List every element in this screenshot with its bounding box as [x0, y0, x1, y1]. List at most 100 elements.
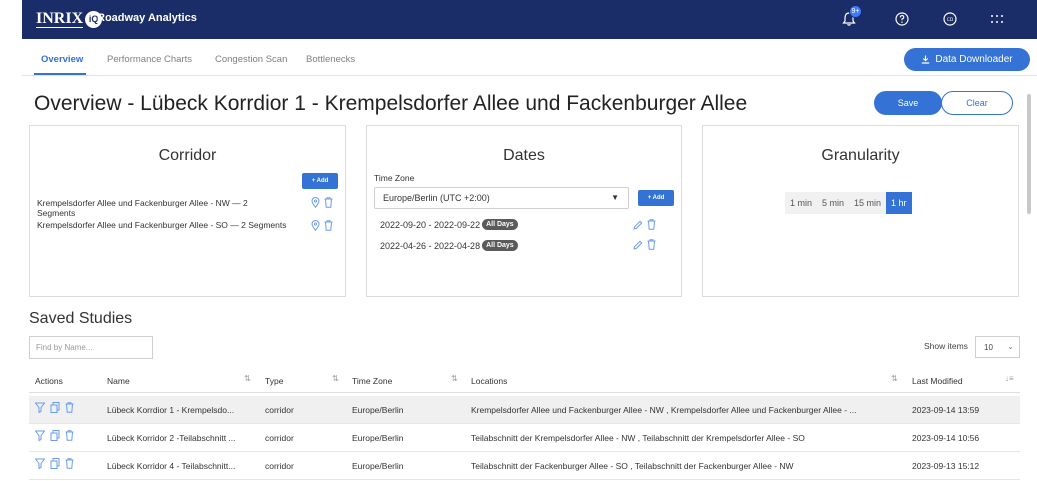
caret-down-icon: ▼	[611, 193, 619, 202]
save-button[interactable]: Save	[874, 91, 942, 115]
find-by-name-input[interactable]: Find by Name...	[29, 336, 153, 359]
cell-time-zone: Europe/Berlin	[352, 461, 404, 471]
column-header-actions: Actions	[35, 376, 63, 386]
cell-time-zone: Europe/Berlin	[352, 433, 404, 443]
cell-locations: Teilabschnitt der Krempelsdorfer Allee -…	[471, 433, 805, 443]
edit-pencil-icon[interactable]	[633, 220, 643, 230]
cell-name[interactable]: Lübeck Korridor 4 - Teilabschnitt...	[107, 461, 235, 471]
trash-icon[interactable]	[324, 197, 333, 208]
sort-icon[interactable]: ⇅	[244, 374, 251, 383]
copy-icon[interactable]	[50, 458, 60, 469]
corridor-item-actions	[311, 220, 333, 231]
notification-bell-icon[interactable]: 9+	[838, 5, 862, 30]
trash-icon[interactable]	[647, 219, 656, 230]
show-items-select[interactable]: 10 ⌄	[975, 336, 1020, 358]
download-icon	[922, 55, 930, 64]
left-margin	[0, 0, 22, 481]
column-header-type[interactable]: Type	[265, 376, 283, 386]
add-date-range-button[interactable]: + Add	[638, 190, 674, 206]
copy-icon[interactable]	[50, 430, 60, 441]
page-scrollbar[interactable]	[1027, 94, 1031, 214]
notification-count-badge: 9+	[849, 5, 862, 18]
map-pin-icon[interactable]	[311, 220, 320, 231]
tab-performance-charts[interactable]: Performance Charts	[107, 54, 192, 65]
timezone-select[interactable]: Europe/Berlin (UTC +2:00) ▼	[374, 187, 629, 209]
dates-panel: Dates Time Zone Europe/Berlin (UTC +2:00…	[366, 125, 682, 297]
chevron-down-icon: ⌄	[1007, 342, 1014, 351]
dates-title: Dates	[503, 147, 545, 164]
date-range-row: 2022-04-26 - 2022-04-28 All Days	[380, 240, 518, 251]
column-header-time-zone[interactable]: Time Zone	[352, 376, 392, 386]
app-title: Roadway Analytics	[97, 12, 197, 24]
cell-name[interactable]: Lübeck Korridor 2 -Teilabschnitt ...	[107, 433, 236, 443]
corridor-panel: Corridor + Add Krempelsdorfer Allee und …	[29, 125, 346, 297]
tab-bar: Overview Performance Charts Congestion S…	[22, 44, 1037, 76]
all-days-badge: All Days	[482, 240, 518, 251]
column-header-locations[interactable]: Locations	[471, 376, 507, 386]
timezone-value: Europe/Berlin (UTC +2:00)	[383, 193, 490, 203]
svg-text:CD: CD	[947, 17, 954, 23]
table-header-divider	[29, 392, 1020, 393]
help-icon[interactable]	[891, 8, 913, 30]
row-actions	[35, 430, 74, 441]
sort-icon[interactable]: ⇅	[451, 374, 458, 383]
top-header-bar: INRIX iQ Roadway Analytics 9+ CD	[22, 0, 1037, 39]
trash-icon[interactable]	[324, 220, 333, 231]
trash-icon[interactable]	[65, 430, 74, 441]
all-days-badge: All Days	[482, 219, 518, 230]
row-actions	[35, 402, 74, 413]
account-icon[interactable]: CD	[939, 8, 961, 30]
granularity-option-1hr[interactable]: 1 hr	[886, 192, 912, 214]
row-actions	[35, 458, 74, 469]
tab-congestion-scan[interactable]: Congestion Scan	[215, 54, 287, 65]
filter-icon[interactable]	[35, 402, 45, 413]
apps-grid-icon[interactable]	[986, 8, 1008, 30]
corridor-item-actions	[311, 197, 333, 208]
sort-descending-icon[interactable]: ↓≡	[1005, 374, 1014, 383]
corridor-item-name: Krempelsdorfer Allee und Fackenburger Al…	[37, 220, 287, 230]
cell-last-modified: 2023-09-13 15:12	[912, 461, 980, 471]
column-header-last-modified[interactable]: Last Modified	[912, 376, 963, 386]
cell-type: corridor	[265, 433, 294, 443]
logo-text: INRIX	[36, 9, 84, 28]
show-items-value: 10	[984, 342, 993, 352]
corridor-item: Krempelsdorfer Allee und Fackenburger Al…	[37, 198, 248, 218]
granularity-option-1min[interactable]: 1 min	[785, 192, 818, 214]
date-range: 2022-09-20 - 2022-09-22	[380, 219, 481, 230]
date-range-actions	[633, 219, 656, 230]
table-row[interactable]: Lübeck Korrdior 1 - Krempelsdo... corrid…	[29, 396, 1020, 424]
cell-type: corridor	[265, 461, 294, 471]
trash-icon[interactable]	[65, 458, 74, 469]
active-tab-indicator	[34, 73, 86, 75]
cell-locations: Teilabschnitt der Fackenburger Allee - S…	[471, 461, 794, 471]
cell-last-modified: 2023-09-14 13:59	[912, 405, 980, 415]
corridor-item-name: Krempelsdorfer Allee und Fackenburger Al…	[37, 198, 248, 208]
page-title: Overview - Lübeck Korrdior 1 - Krempelsd…	[34, 92, 748, 115]
cell-time-zone: Europe/Berlin	[352, 405, 404, 415]
add-corridor-button[interactable]: + Add	[302, 173, 338, 189]
granularity-option-15min[interactable]: 15 min	[849, 192, 887, 214]
column-header-name[interactable]: Name	[107, 376, 130, 386]
date-range-row: 2022-09-20 - 2022-09-22 All Days	[380, 219, 518, 230]
table-row[interactable]: Lübeck Korridor 2 -Teilabschnitt ... cor…	[29, 424, 1020, 452]
clear-button[interactable]: Clear	[941, 91, 1013, 115]
trash-icon[interactable]	[647, 239, 656, 250]
data-downloader-button[interactable]: Data Downloader	[904, 48, 1030, 71]
date-range: 2022-04-26 - 2022-04-28	[380, 240, 481, 251]
sort-icon[interactable]: ⇅	[891, 374, 898, 383]
edit-pencil-icon[interactable]	[633, 240, 643, 250]
trash-icon[interactable]	[65, 402, 74, 413]
filter-icon[interactable]	[35, 458, 45, 469]
tab-bottlenecks[interactable]: Bottlenecks	[306, 54, 355, 65]
saved-studies-title: Saved Studies	[29, 310, 133, 327]
copy-icon[interactable]	[50, 402, 60, 413]
granularity-option-5min[interactable]: 5 min	[817, 192, 850, 214]
sort-icon[interactable]: ⇅	[332, 374, 339, 383]
inrix-logo[interactable]: INRIX iQ	[36, 9, 103, 29]
cell-name[interactable]: Lübeck Korrdior 1 - Krempelsdo...	[107, 405, 234, 415]
map-pin-icon[interactable]	[311, 197, 320, 208]
tab-overview[interactable]: Overview	[41, 54, 83, 65]
table-row[interactable]: Lübeck Korridor 4 - Teilabschnitt... cor…	[29, 452, 1020, 480]
timezone-label: Time Zone	[374, 173, 415, 183]
filter-icon[interactable]	[35, 430, 45, 441]
